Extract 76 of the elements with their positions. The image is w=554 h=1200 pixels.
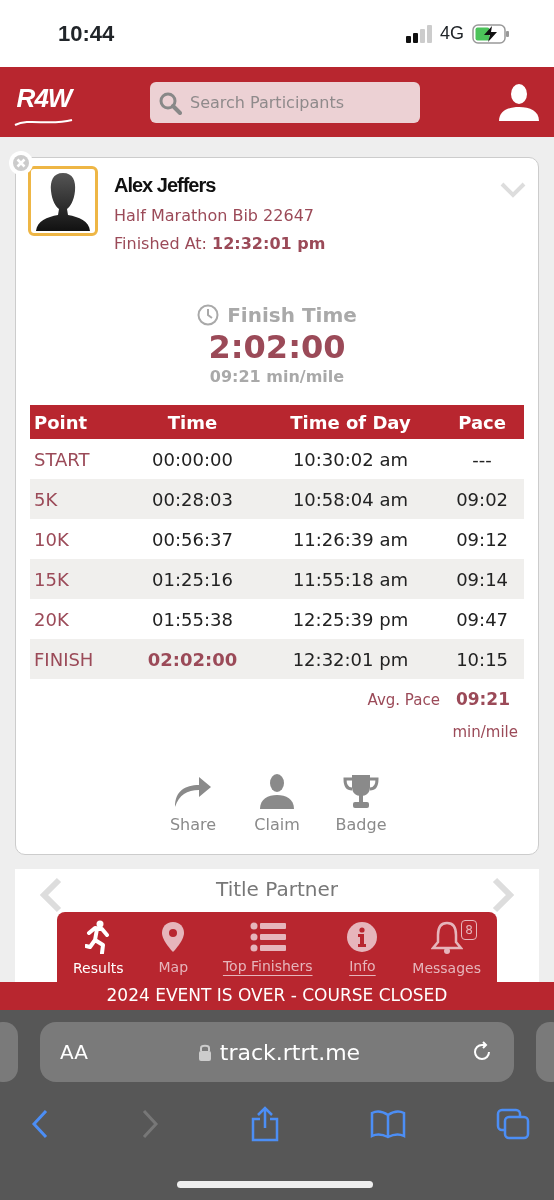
expand-chevron-icon[interactable] bbox=[500, 182, 526, 198]
table-cell: 01:25:16 bbox=[124, 559, 261, 600]
table-cell: 10K bbox=[30, 519, 125, 560]
forward-icon[interactable] bbox=[140, 1109, 160, 1139]
table-cell: 09:47 bbox=[440, 599, 524, 640]
info-icon bbox=[347, 921, 378, 952]
avatar bbox=[28, 166, 98, 236]
table-cell: --- bbox=[440, 439, 524, 480]
text-size-button[interactable]: AA bbox=[60, 1037, 88, 1067]
user-icon[interactable] bbox=[498, 83, 540, 121]
table-cell: 5K bbox=[30, 479, 125, 520]
table-cell: 00:28:03 bbox=[124, 479, 261, 520]
finished-at: Finished At: 12:32:01 pm bbox=[114, 233, 327, 255]
column-header: Pace bbox=[440, 405, 524, 440]
table-cell: START bbox=[30, 439, 125, 480]
table-cell: 09:14 bbox=[440, 559, 524, 600]
avg-pace-label: Avg. Pace bbox=[367, 689, 440, 711]
avg-pace-value: 09:21 bbox=[455, 688, 510, 712]
finish-pace: 09:21 min/mile bbox=[209, 366, 345, 389]
table-cell: 11:26:39 am bbox=[260, 519, 441, 560]
bell-icon bbox=[430, 919, 463, 954]
tabs-icon[interactable] bbox=[496, 1108, 530, 1140]
table-cell: 00:56:37 bbox=[124, 519, 261, 560]
logo[interactable]: R4W bbox=[14, 78, 74, 126]
table-cell: 10:58:04 am bbox=[260, 479, 441, 520]
column-header: Time bbox=[124, 405, 261, 440]
nav-tab[interactable]: Messages 8 bbox=[408, 915, 485, 979]
table-cell: 10:15 bbox=[440, 639, 524, 680]
finish-time-label: Finish Time bbox=[227, 302, 357, 329]
table-cell: 10:30:02 am bbox=[260, 439, 441, 480]
battery-charging-icon bbox=[472, 23, 510, 44]
table-cell: 20K bbox=[30, 599, 125, 640]
network-label: 4G bbox=[440, 22, 464, 45]
signal-icon bbox=[406, 24, 432, 43]
bookmarks-icon[interactable] bbox=[370, 1109, 406, 1139]
runner-icon bbox=[85, 919, 112, 954]
participant-name: Alex Jeffers bbox=[114, 173, 217, 198]
url-text[interactable]: track.rtrt.me bbox=[219, 1035, 361, 1069]
next-chevron-icon[interactable] bbox=[491, 877, 515, 913]
map-pin-icon bbox=[161, 920, 186, 953]
column-header: Point bbox=[30, 405, 125, 440]
table-cell: 09:02 bbox=[440, 479, 524, 520]
list-icon bbox=[249, 921, 286, 952]
clock-time: 10:44 bbox=[58, 20, 115, 48]
close-icon[interactable] bbox=[8, 150, 34, 176]
table-cell: 01:55:38 bbox=[124, 599, 261, 640]
table-cell: 15K bbox=[30, 559, 125, 600]
back-icon[interactable] bbox=[30, 1109, 50, 1139]
message-count-badge: 8 bbox=[461, 919, 477, 940]
table-cell: 12:32:01 pm bbox=[260, 639, 441, 680]
badge-button[interactable]: Badge bbox=[331, 773, 391, 838]
table-cell: 00:00:00 bbox=[124, 439, 261, 480]
table-cell: FINISH bbox=[30, 639, 125, 680]
table-cell: 12:25:39 pm bbox=[260, 599, 441, 640]
search-field[interactable]: Search Participants bbox=[150, 81, 420, 123]
nav-tab[interactable]: Top Finishers bbox=[218, 917, 317, 977]
nav-tab[interactable]: Results bbox=[69, 915, 128, 979]
nav-tab[interactable]: Info bbox=[343, 917, 382, 977]
event-bib: Half Marathon Bib 22647 bbox=[114, 205, 315, 227]
lock-icon bbox=[197, 1043, 212, 1061]
table-cell: 02:02:00 bbox=[124, 639, 261, 680]
person-icon bbox=[258, 773, 296, 810]
column-header: Time of Day bbox=[260, 405, 441, 440]
clock-icon bbox=[197, 304, 220, 326]
table-cell: 09:12 bbox=[440, 519, 524, 560]
share-button[interactable]: Share bbox=[163, 773, 223, 838]
table-cell: 11:55:18 am bbox=[260, 559, 441, 600]
nav-tab[interactable]: Map bbox=[154, 916, 192, 978]
finish-time: 2:02:00 bbox=[208, 330, 346, 366]
title-partner-heading: Title Partner bbox=[216, 877, 338, 901]
avg-pace-unit: min/mile bbox=[452, 721, 518, 743]
claim-button[interactable]: Claim bbox=[247, 773, 307, 838]
trophy-icon bbox=[342, 773, 380, 810]
previous-chevron-icon[interactable] bbox=[39, 877, 63, 913]
share-icon[interactable] bbox=[250, 1106, 280, 1142]
event-status-text: 2024 EVENT IS OVER - COURSE CLOSED bbox=[106, 984, 448, 1008]
